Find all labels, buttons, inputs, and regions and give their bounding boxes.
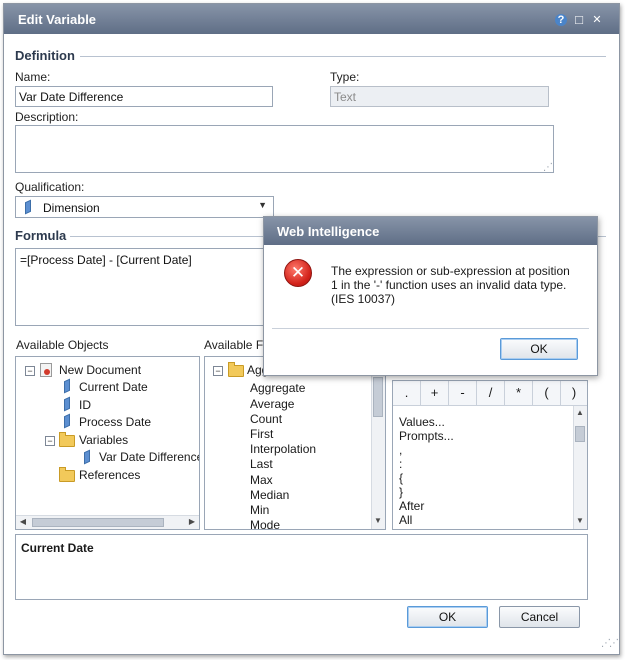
operator-plus-button[interactable]: +	[421, 381, 449, 405]
title-bar[interactable]: Edit Variable ? □ ✕	[4, 4, 619, 34]
scroll-right-icon[interactable]: ▶	[186, 517, 198, 527]
formula-heading: Formula	[15, 228, 67, 243]
available-objects-label: Available Objects	[16, 338, 109, 352]
object-description-panel: Current Date	[15, 534, 588, 600]
function-item[interactable]: Aggregate	[250, 381, 305, 395]
type-label: Type:	[330, 70, 360, 84]
dimension-icon	[64, 396, 70, 412]
collapse-icon[interactable]: −	[213, 366, 223, 376]
scrollbar-thumb[interactable]	[32, 518, 164, 527]
operator-divide-button[interactable]: /	[477, 381, 505, 405]
dialog-separator	[272, 328, 589, 329]
document-icon	[40, 363, 52, 377]
error-dialog: Web Intelligence ✕ The expression or sub…	[263, 216, 598, 376]
function-item[interactable]: Max	[250, 473, 273, 487]
function-item[interactable]: Last	[250, 457, 273, 471]
scroll-left-icon[interactable]: ◀	[17, 517, 29, 527]
scroll-up-icon[interactable]: ▲	[574, 408, 586, 418]
tree-item-id[interactable]: ID	[79, 398, 91, 412]
close-icon[interactable]: ✕	[591, 14, 603, 26]
scroll-down-icon[interactable]: ▼	[372, 516, 384, 526]
collapse-icon[interactable]: −	[25, 366, 35, 376]
collapse-icon[interactable]: −	[45, 436, 55, 446]
operator-multiply-button[interactable]: *	[505, 381, 533, 405]
error-message: The expression or sub-expression at posi…	[331, 264, 570, 306]
definition-heading: Definition	[15, 48, 75, 63]
error-dialog-title: Web Intelligence	[277, 224, 380, 239]
qualification-label: Qualification:	[15, 180, 85, 194]
chevron-down-icon[interactable]: ▼	[258, 200, 267, 210]
scroll-down-icon[interactable]: ▼	[574, 516, 586, 526]
dimension-icon	[25, 199, 31, 215]
function-item[interactable]: Interpolation	[250, 442, 316, 456]
scrollbar-thumb[interactable]	[575, 426, 585, 442]
function-item[interactable]: Min	[250, 503, 269, 517]
ok-button[interactable]: OK	[407, 606, 488, 628]
operator-item[interactable]: ,	[399, 443, 402, 457]
scrollbar-thumb[interactable]	[373, 377, 383, 417]
object-description-title: Current Date	[21, 541, 94, 555]
definition-separator	[80, 56, 606, 57]
window-resize-grip-icon[interactable]: ⋰⋰	[601, 638, 619, 649]
operators-panel[interactable]: . + - / * ( ) Values... Prompts... , : {…	[392, 380, 588, 530]
operator-item[interactable]: Values...	[399, 415, 445, 429]
tree-item-current-date[interactable]: Current Date	[79, 380, 148, 394]
tree-item-references[interactable]: References	[79, 468, 140, 482]
error-icon: ✕	[284, 259, 312, 287]
tree-item-process-date[interactable]: Process Date	[79, 415, 151, 429]
function-item[interactable]: Average	[250, 397, 294, 411]
name-input[interactable]: Var Date Difference	[15, 86, 273, 107]
vertical-scrollbar[interactable]: ▲ ▼	[573, 406, 587, 529]
tree-item-var-date-difference[interactable]: Var Date Difference	[99, 450, 199, 464]
help-icon[interactable]: ?	[555, 14, 567, 26]
qualification-value: Dimension	[43, 201, 100, 215]
name-label: Name:	[15, 70, 51, 84]
operators-toolbar: . + - / * ( )	[393, 381, 587, 406]
cancel-button[interactable]: Cancel	[499, 606, 580, 628]
dimension-icon	[64, 413, 70, 429]
description-input[interactable]	[15, 125, 554, 173]
operator-item[interactable]: :	[399, 457, 402, 471]
maximize-icon[interactable]: □	[573, 13, 585, 26]
window-title: Edit Variable	[18, 12, 97, 27]
tree-item-new-document[interactable]: New Document	[59, 363, 141, 377]
folder-icon	[59, 467, 75, 482]
folder-open-icon	[228, 362, 244, 377]
vertical-scrollbar[interactable]: ▼	[371, 357, 385, 529]
function-item[interactable]: Mode	[250, 518, 280, 529]
description-label: Description:	[15, 110, 79, 124]
operator-item[interactable]: All	[399, 513, 412, 527]
qualification-select[interactable]: Dimension ▼	[15, 196, 274, 218]
dimension-icon	[64, 378, 70, 394]
function-item[interactable]: Median	[250, 488, 289, 502]
available-functions-label: Available Fu	[204, 338, 270, 352]
error-ok-button[interactable]: OK	[500, 338, 578, 360]
horizontal-scrollbar[interactable]: ◀ ▶	[16, 515, 199, 529]
folder-open-icon	[59, 432, 75, 447]
available-objects-tree[interactable]: − New Document Current Date ID Process D…	[15, 356, 200, 530]
error-dialog-title-bar[interactable]: Web Intelligence	[264, 217, 597, 245]
operator-minus-button[interactable]: -	[449, 381, 477, 405]
resize-grip-icon[interactable]: ⋰	[543, 162, 553, 173]
operator-item[interactable]: {	[399, 471, 403, 485]
operator-item[interactable]: Prompts...	[399, 429, 454, 443]
operator-dot-button[interactable]: .	[393, 381, 421, 405]
operator-item[interactable]: After	[399, 499, 424, 513]
function-item[interactable]: First	[250, 427, 273, 441]
dimension-icon	[84, 449, 90, 465]
available-functions-tree[interactable]: − Agg Aggregate Average Count First Inte…	[204, 356, 386, 530]
operator-close-paren-button[interactable]: )	[561, 381, 587, 405]
operator-open-paren-button[interactable]: (	[533, 381, 561, 405]
operator-item[interactable]: }	[399, 485, 403, 499]
tree-item-variables[interactable]: Variables	[79, 433, 128, 447]
type-field: Text	[330, 86, 549, 107]
function-item[interactable]: Count	[250, 412, 282, 426]
